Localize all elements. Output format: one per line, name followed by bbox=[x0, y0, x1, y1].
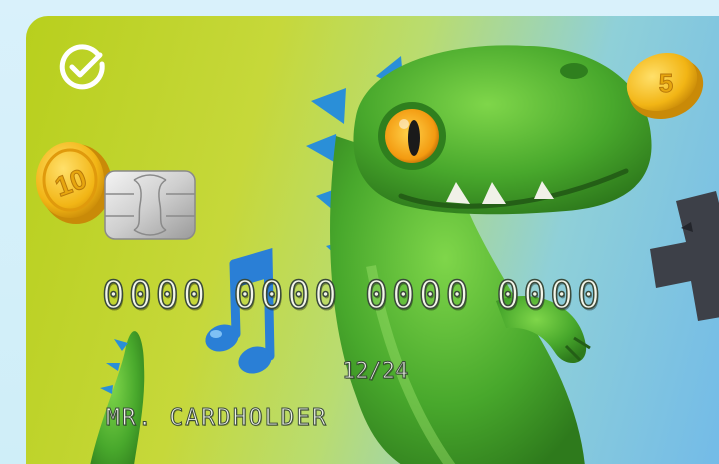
card-number-group-1: 0000 bbox=[101, 272, 210, 318]
gamepad-icon bbox=[650, 191, 719, 321]
screen: 10 5 0000 0000 0000 0000 12/24 MR. CARDH… bbox=[0, 0, 719, 464]
card-illustration: 10 5 bbox=[36, 45, 719, 464]
dinosaur-tail bbox=[90, 331, 145, 464]
card-number-group-3: 0000 bbox=[364, 272, 473, 318]
coin-10-icon: 10 bbox=[36, 142, 112, 224]
emv-chip-icon bbox=[104, 170, 196, 240]
card-expiry: 12/24 bbox=[341, 359, 409, 385]
dinosaur-character bbox=[306, 45, 652, 464]
card-holder-name: MR. CARDHOLDER bbox=[106, 405, 328, 432]
checkmark-circle-logo bbox=[59, 44, 105, 90]
coin-5-value: 5 bbox=[659, 68, 673, 98]
card-number-group-4: 0000 bbox=[496, 272, 605, 318]
bank-card: 10 5 0000 0000 0000 0000 12/24 MR. CARDH… bbox=[26, 16, 719, 464]
card-number: 0000 0000 0000 0000 bbox=[101, 272, 605, 318]
card-number-group-2: 0000 bbox=[233, 272, 342, 318]
